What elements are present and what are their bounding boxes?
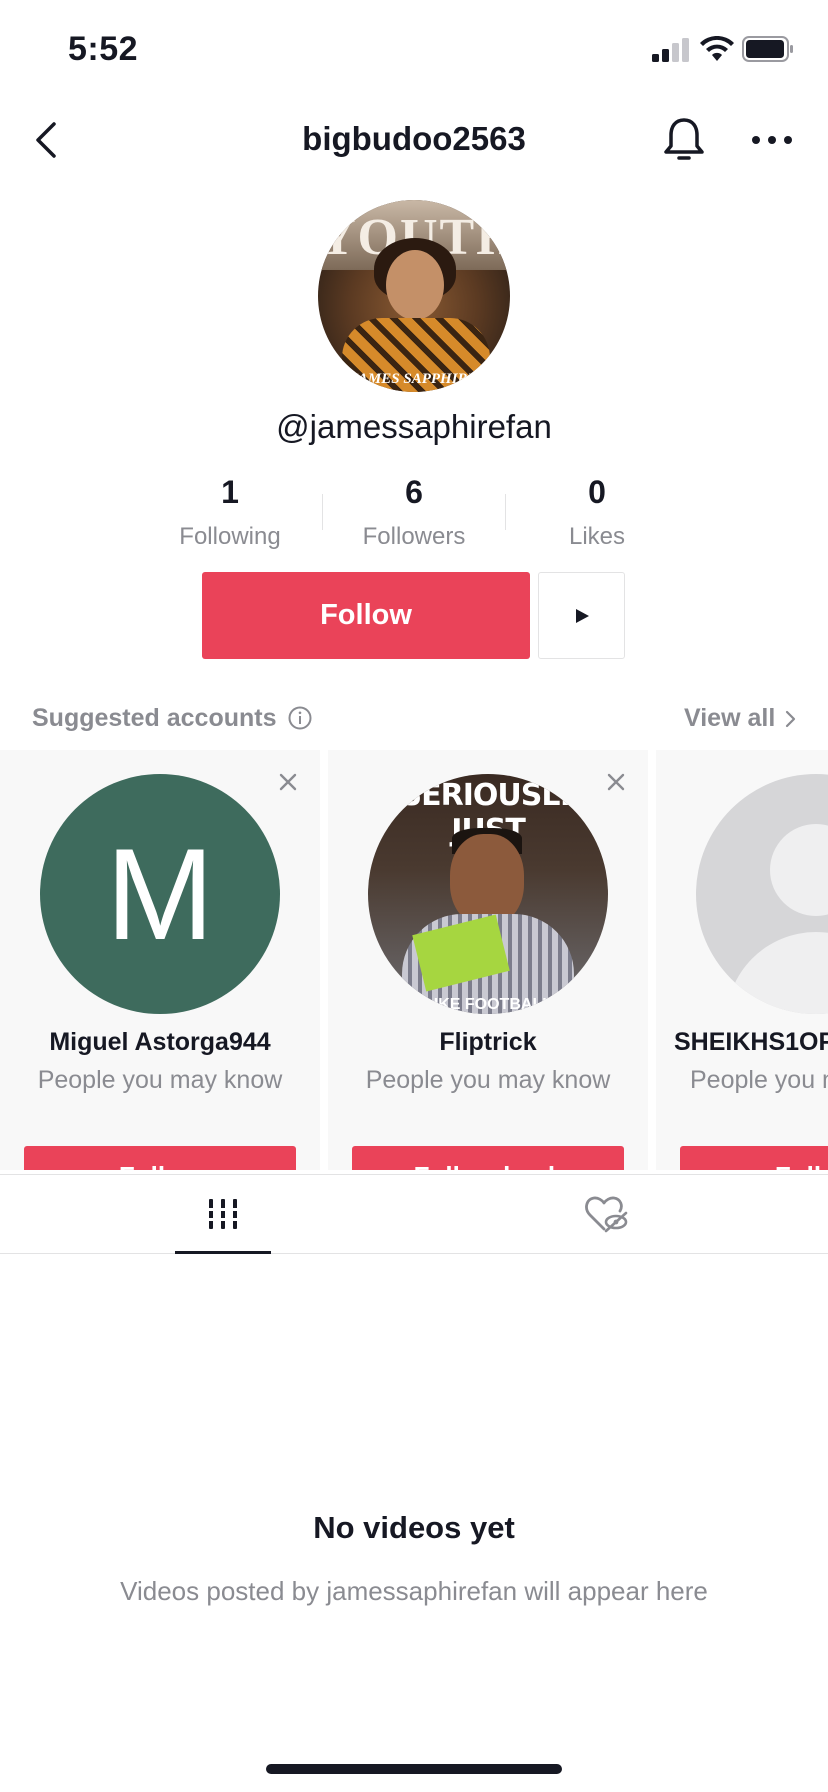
suggested-avatar[interactable]: SERIOUSLY JUST LIKE FOOTBALL: [368, 774, 608, 1014]
stat-followers[interactable]: 6 Followers: [339, 474, 489, 551]
avatar-face: [386, 250, 444, 320]
play-button[interactable]: [538, 572, 625, 659]
meme-face: [450, 834, 524, 926]
status-bar: 5:52: [0, 0, 828, 100]
empty-state-title: No videos yet: [313, 1510, 515, 1545]
suggested-follow-button[interactable]: Follow: [24, 1146, 296, 1170]
videos-grid-icon: [208, 1199, 238, 1229]
meme-caption-bottom: LIKE FOOTBALL: [424, 996, 552, 1013]
close-icon[interactable]: [606, 772, 626, 792]
default-avatar-icon[interactable]: [696, 774, 828, 1014]
suggested-account-name: Miguel Astorga944: [49, 1028, 271, 1056]
more-icon[interactable]: [748, 126, 796, 154]
suggested-follow-button[interactable]: Follow: [680, 1146, 828, 1170]
suggested-account-reason: People you may know: [365, 1066, 611, 1094]
suggested-account-card[interactable]: M Miguel Astorga944 People you may know …: [0, 750, 320, 1170]
liked-private-icon: [585, 1196, 628, 1233]
profile-stats: 1 Following 6 Followers 0 Likes: [0, 474, 828, 554]
suggested-accounts-title: Suggested accounts: [32, 704, 277, 732]
suggested-account-card[interactable]: SERIOUSLY JUST LIKE FOOTBALL Fliptrick P…: [328, 750, 648, 1170]
bell-icon[interactable]: [660, 114, 708, 166]
nav-bar: bigbudoo2563: [0, 100, 828, 180]
tab-liked[interactable]: [558, 1175, 654, 1253]
close-icon[interactable]: [278, 772, 298, 792]
profile-tabs: [0, 1174, 828, 1254]
suggested-accounts-header: Suggested accounts View all: [0, 700, 828, 740]
avatar-caption: JAMES SAPPHIRE: [350, 371, 478, 387]
stat-divider: [505, 494, 506, 530]
stat-following[interactable]: 1 Following: [155, 474, 305, 551]
stat-label: Following: [179, 523, 281, 550]
avatar-silhouette-body: [726, 932, 828, 1014]
stat-value: 1: [221, 474, 239, 510]
suggested-follow-button[interactable]: Follow back: [352, 1146, 624, 1170]
suggested-accounts-carousel[interactable]: M Miguel Astorga944 People you may know …: [0, 750, 828, 1170]
stat-label: Followers: [362, 523, 466, 550]
battery-icon: [742, 36, 793, 62]
stat-divider: [322, 494, 323, 530]
info-icon[interactable]: [288, 706, 312, 730]
suggested-account-name: Fliptrick: [439, 1028, 537, 1056]
suggested-account-reason: People you may know: [690, 1066, 828, 1094]
suggested-account-name: SHEIKHS1OF1: [674, 1028, 828, 1056]
play-icon: [575, 608, 589, 623]
signal-icon: [652, 38, 689, 62]
view-all-link[interactable]: View all: [684, 704, 775, 733]
stat-value: 6: [405, 474, 423, 510]
follow-button[interactable]: Follow: [202, 572, 530, 659]
tab-active-indicator: [175, 1251, 271, 1254]
stat-label: Likes: [568, 523, 626, 550]
chevron-right-icon[interactable]: [784, 710, 796, 728]
wifi-icon: [700, 36, 734, 61]
empty-state-subtitle: Videos posted by jamessaphirefan will ap…: [120, 1576, 708, 1606]
profile-handle: @jamessaphirefan: [276, 408, 552, 445]
tab-videos[interactable]: [175, 1175, 271, 1253]
stat-likes[interactable]: 0 Likes: [522, 474, 672, 551]
suggested-account-reason: People you may know: [37, 1066, 283, 1094]
profile-avatar[interactable]: YOUTH JAMES SAPPHIRE: [318, 200, 510, 392]
suggested-avatar[interactable]: M: [40, 774, 280, 1014]
avatar-silhouette-head: [770, 824, 828, 916]
status-time: 5:52: [68, 30, 139, 68]
home-indicator[interactable]: [266, 1764, 562, 1774]
suggested-account-card[interactable]: SHEIKHS1OF1 People you may know Follow: [656, 750, 828, 1170]
stat-value: 0: [588, 474, 606, 510]
